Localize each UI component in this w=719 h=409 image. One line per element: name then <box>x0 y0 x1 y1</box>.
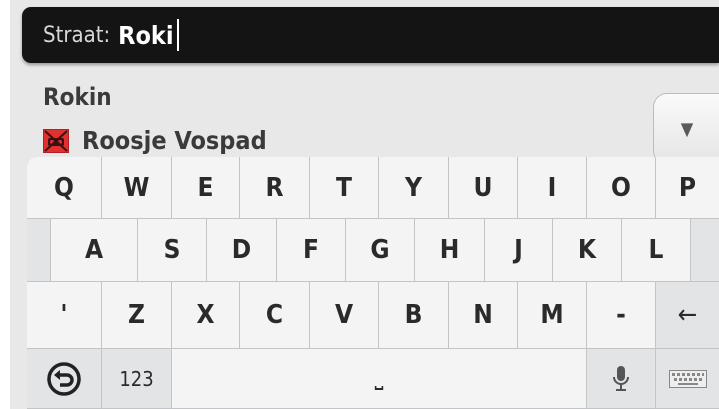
key-l[interactable]: L <box>622 219 691 282</box>
on-screen-keyboard: Q W E R T Y U I O P A S D F G H J K L ' <box>27 157 719 409</box>
key-y[interactable]: Y <box>379 157 449 219</box>
key-dash[interactable]: - <box>587 282 656 349</box>
key-i[interactable]: I <box>518 157 587 219</box>
key-o[interactable]: O <box>587 157 656 219</box>
backspace-icon: ← <box>677 300 698 330</box>
keyboard-row-2: A S D F G H J K L <box>27 219 719 282</box>
key-k[interactable]: K <box>553 219 622 282</box>
keyboard-padding-left <box>27 219 51 282</box>
key-u[interactable]: U <box>449 157 518 219</box>
keyboard-icon <box>668 369 707 388</box>
space-icon: ⎵ <box>374 366 384 391</box>
keyboard-padding-right <box>691 219 719 282</box>
back-button[interactable] <box>27 349 102 409</box>
keyboard-row-4: 123 ⎵ <box>27 349 719 409</box>
microphone-icon <box>613 365 629 391</box>
key-p[interactable]: P <box>656 157 719 219</box>
backspace-key[interactable]: ← <box>656 282 719 349</box>
street-search-bar[interactable]: Straat: Roki <box>22 7 719 63</box>
keyboard-row-3: ' Z X C V B N M - ← <box>27 282 719 349</box>
key-g[interactable]: G <box>346 219 415 282</box>
key-x[interactable]: X <box>172 282 240 349</box>
key-t[interactable]: T <box>310 157 379 219</box>
text-cursor <box>176 19 179 51</box>
navigation-screen: Straat: Roki Rokin Roosje Vospad ▼ Q W E… <box>10 0 719 409</box>
space-key[interactable]: ⎵ <box>172 349 587 409</box>
key-s[interactable]: S <box>138 219 207 282</box>
search-input[interactable]: Roki <box>118 21 173 50</box>
key-n[interactable]: N <box>449 282 518 349</box>
scroll-down-button[interactable]: ▼ <box>653 93 719 165</box>
key-v[interactable]: V <box>310 282 379 349</box>
keyboard-row-1: Q W E R T Y U I O P <box>27 157 719 219</box>
result-label: Roosje Vospad <box>82 126 267 155</box>
key-f[interactable]: F <box>277 219 346 282</box>
search-label: Straat: <box>43 22 111 48</box>
key-j[interactable]: J <box>485 219 553 282</box>
key-z[interactable]: Z <box>102 282 172 349</box>
numbers-key[interactable]: 123 <box>102 349 172 409</box>
back-icon <box>47 361 81 396</box>
result-item-roosje-vospad[interactable]: Roosje Vospad <box>43 126 267 155</box>
key-apostrophe[interactable]: ' <box>27 282 102 349</box>
closed-road-icon <box>43 128 69 153</box>
result-item-rokin[interactable]: Rokin <box>43 83 112 111</box>
key-e[interactable]: E <box>172 157 240 219</box>
microphone-button[interactable] <box>587 349 656 409</box>
key-h[interactable]: H <box>415 219 485 282</box>
key-r[interactable]: R <box>240 157 310 219</box>
key-c[interactable]: C <box>240 282 310 349</box>
key-w[interactable]: W <box>102 157 172 219</box>
key-q[interactable]: Q <box>27 157 102 219</box>
key-b[interactable]: B <box>379 282 449 349</box>
key-a[interactable]: A <box>51 219 138 282</box>
keyboard-layout-button[interactable] <box>656 349 719 409</box>
key-d[interactable]: D <box>207 219 277 282</box>
chevron-down-icon: ▼ <box>680 118 694 140</box>
key-m[interactable]: M <box>518 282 587 349</box>
